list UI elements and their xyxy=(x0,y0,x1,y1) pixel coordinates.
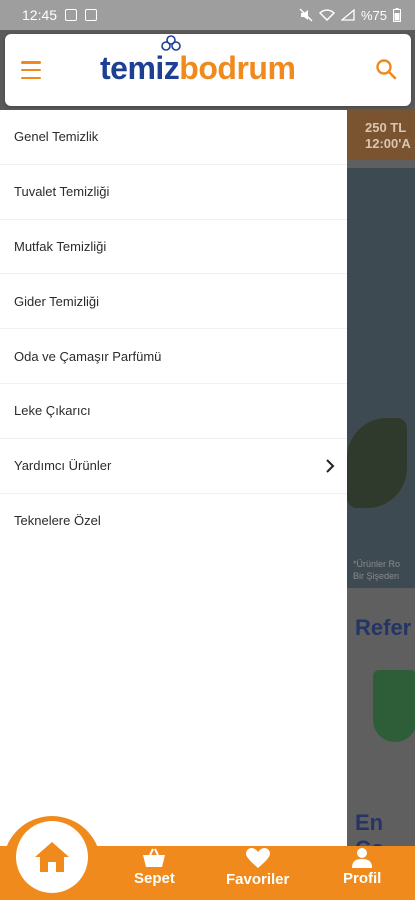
home-button[interactable] xyxy=(16,821,88,893)
bestseller-heading: En Ço xyxy=(355,810,384,846)
app-header: temizbodrum xyxy=(5,34,411,106)
basket-icon xyxy=(143,848,166,867)
drawer-item-tuvalet-temizligi[interactable]: Tuvalet Temizliği xyxy=(0,165,347,220)
drawer-item-oda-ve-camasir-parfumu[interactable]: Oda ve Çamaşır Parfümü xyxy=(0,329,347,384)
menu-button[interactable] xyxy=(21,61,45,79)
nav-profile-label: Profil xyxy=(343,870,382,887)
nav-cart-label: Sepet xyxy=(134,870,175,887)
drawer-item-label: Teknelere Özel xyxy=(14,513,101,529)
nav-favorites[interactable]: Favoriler xyxy=(226,848,289,888)
promo-banner-line1: 250 TL xyxy=(365,120,407,135)
mute-icon xyxy=(299,8,313,22)
drawer-item-mutfak-temizligi[interactable]: Mutfak Temizliği xyxy=(0,220,347,275)
hero-caption-line1: *Ürünler Ro xyxy=(353,559,401,569)
drawer-item-yardimci-urunler[interactable]: Yardımcı Ürünler xyxy=(0,439,347,494)
status-bar: 12:45 %75 xyxy=(0,0,415,30)
hero-image xyxy=(347,168,415,588)
wifi-icon xyxy=(318,9,335,21)
chevron-right-icon xyxy=(326,458,335,473)
drawer-item-label: Gider Temizliği xyxy=(14,293,100,309)
nav-cart[interactable]: Sepet xyxy=(134,848,175,887)
signal-icon xyxy=(340,9,355,21)
background-page: 250 TL 12:00'A *Ürünler Ro Bir Şişeden R… xyxy=(347,110,415,846)
drawer-item-genel-temizlik[interactable]: Genel Temizlik xyxy=(0,110,347,165)
heart-icon xyxy=(245,848,270,868)
battery-level: %75 xyxy=(360,7,387,23)
plant-image xyxy=(347,418,407,508)
image-notification-icon xyxy=(65,9,78,21)
navigation-drawer: Genel Temizlik Tuvalet Temizliği Mutfak … xyxy=(0,110,347,846)
nav-profile[interactable]: Profil xyxy=(343,848,381,887)
battery-icon xyxy=(393,8,401,22)
hamburger-icon-line xyxy=(21,76,41,79)
drawer-item-gider-temizligi[interactable]: Gider Temizliği xyxy=(0,274,347,330)
status-time: 12:45 xyxy=(22,7,58,23)
logo-part-temiz: temiz xyxy=(100,50,180,86)
logo-part-bodrum: bodrum xyxy=(179,50,296,86)
drawer-item-leke-cikarici[interactable]: Leke Çıkarıcı xyxy=(0,384,347,439)
hamburger-icon-line xyxy=(21,68,41,72)
search-icon[interactable] xyxy=(375,58,397,80)
hamburger-icon-line xyxy=(21,61,41,64)
drawer-item-label: Oda ve Çamaşır Parfümü xyxy=(14,348,162,364)
hero-caption-line2: Bir Şişeden xyxy=(353,571,400,581)
drawer-item-label: Tuvalet Temizliği xyxy=(14,184,110,200)
hero-caption: *Ürünler Ro Bir Şişeden xyxy=(353,558,400,582)
promo-banner-line2: 12:00'A xyxy=(365,136,411,151)
user-icon xyxy=(352,848,373,868)
drawer-item-teknelere-ozel[interactable]: Teknelere Özel xyxy=(0,494,347,549)
drawer-item-label: Genel Temizlik xyxy=(14,129,99,145)
check-notification-icon xyxy=(85,9,98,21)
references-heading: Refer xyxy=(355,615,412,640)
reference-logo xyxy=(373,670,415,742)
promo-banner: 250 TL 12:00'A xyxy=(347,110,415,160)
nav-favorites-label: Favoriler xyxy=(226,871,290,888)
drawer-item-label: Mutfak Temizliği xyxy=(14,238,107,254)
home-icon xyxy=(35,842,69,872)
drawer-item-label: Yardımcı Ürünler xyxy=(14,458,112,474)
brand-logo[interactable]: temizbodrum xyxy=(100,50,296,87)
drawer-item-label: Leke Çıkarıcı xyxy=(14,403,91,419)
